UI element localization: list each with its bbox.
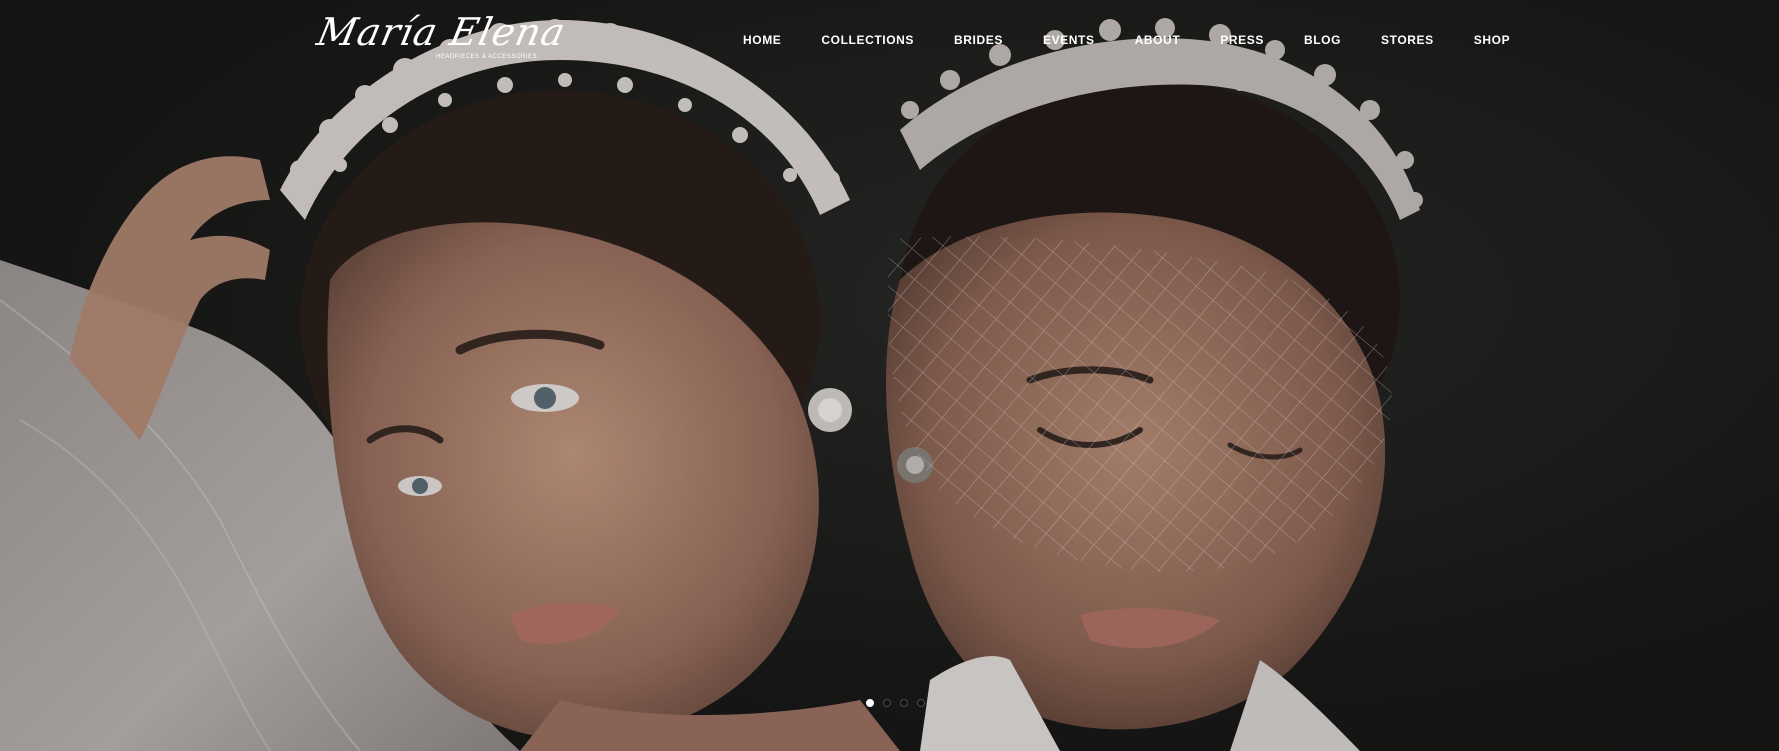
nav-item-shop[interactable]: SHOP	[1474, 32, 1510, 48]
nav-item-about[interactable]: ABOUT	[1135, 32, 1181, 48]
logo-tagline: HEADPIECES & ACCESSORIES	[436, 54, 538, 60]
nav-item-press[interactable]: PRESS	[1220, 32, 1264, 48]
nav-item-stores[interactable]: STORES	[1381, 32, 1434, 48]
brand-logo[interactable]: María Elena HEADPIECES & ACCESSORIES	[313, 10, 569, 88]
slider-pagination	[866, 699, 925, 707]
main-navigation: HOME COLLECTIONS BRIDES EVENTS ABOUT PRE…	[743, 32, 1510, 48]
nav-item-collections[interactable]: COLLECTIONS	[821, 32, 914, 48]
nav-item-brides[interactable]: BRIDES	[954, 32, 1003, 48]
slider-dot-3[interactable]	[900, 699, 908, 707]
hero-slider: María Elena HEADPIECES & ACCESSORIES HOM…	[0, 0, 1779, 751]
slider-dot-2[interactable]	[883, 699, 891, 707]
nav-item-home[interactable]: HOME	[743, 32, 781, 48]
hero-image	[0, 0, 1779, 751]
logo-script-text: María Elena	[313, 10, 570, 54]
slider-dot-1[interactable]	[866, 699, 874, 707]
slider-dot-4[interactable]	[917, 699, 925, 707]
nav-item-events[interactable]: EVENTS	[1043, 32, 1095, 48]
nav-item-blog[interactable]: BLOG	[1304, 32, 1341, 48]
site-header: María Elena HEADPIECES & ACCESSORIES HOM…	[0, 0, 1779, 80]
